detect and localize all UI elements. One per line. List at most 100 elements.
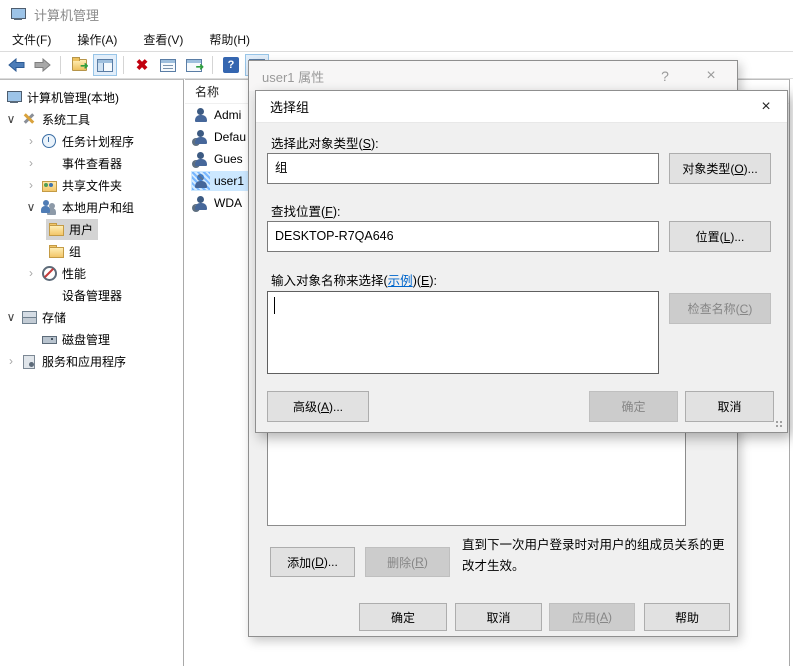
- console-window-icon[interactable]: [93, 54, 117, 76]
- chevron-right-icon[interactable]: ›: [23, 178, 39, 192]
- folder-up-icon[interactable]: ➜: [67, 54, 91, 76]
- forward-arrow-icon[interactable]: [30, 54, 54, 76]
- list-item-label: Defau: [214, 130, 246, 144]
- chevron-down-icon[interactable]: ∨: [3, 112, 19, 126]
- tree-item-4[interactable]: › 共享文件夹: [0, 174, 183, 196]
- text-caret: [274, 297, 275, 314]
- selection-overlay: [192, 172, 210, 190]
- select-groups-dialog: 选择组 × 选择此对象类型(S): 组 对象类型(O)... 查找位置(F): …: [255, 90, 788, 433]
- tree-item-3[interactable]: › 事件查看器: [0, 152, 183, 174]
- close-icon[interactable]: ×: [697, 61, 725, 91]
- tree-item-label: 系统工具: [42, 111, 90, 128]
- tree-item-label: 组: [69, 243, 81, 260]
- export-list-icon[interactable]: ➜: [182, 54, 206, 76]
- cancel-button[interactable]: 取消: [455, 603, 542, 631]
- performance-icon: [41, 265, 57, 281]
- dialog-help-button[interactable]: ?: [651, 61, 679, 91]
- tree-item-8[interactable]: ›性能: [0, 262, 183, 284]
- clock-icon: [41, 133, 57, 149]
- tree-item-label: 存储: [42, 309, 66, 326]
- membership-note: 直到下一次用户登录时对用户的组成员关系的更改才生效。: [462, 535, 730, 577]
- folder-icon: [48, 243, 64, 259]
- help-icon[interactable]: ?: [219, 54, 243, 76]
- cancel-button[interactable]: 取消: [685, 391, 774, 422]
- disk-icon: [41, 331, 57, 347]
- disabled-account-badge: ↓: [192, 204, 200, 212]
- event-viewer-icon: [41, 155, 57, 171]
- tree-item-10[interactable]: ∨ 存储: [0, 306, 183, 328]
- ok-button[interactable]: 确定: [359, 603, 447, 631]
- tree-item-label: 事件查看器: [62, 155, 122, 172]
- dialog-title-bar: 选择组: [256, 91, 787, 123]
- tree-item-2[interactable]: › 任务计划程序: [0, 130, 183, 152]
- user-selected-icon: [193, 173, 209, 189]
- object-type-label: 选择此对象类型(S):: [271, 133, 379, 152]
- storage-icon: [21, 309, 37, 325]
- remove-button: 删除(R): [365, 547, 450, 577]
- tree-item-9[interactable]: 设备管理器: [0, 284, 183, 306]
- tree-item-1[interactable]: ∨ 系统工具: [0, 108, 183, 130]
- tree-item-6[interactable]: 用户: [0, 218, 183, 240]
- tree-item-11[interactable]: 磁盘管理: [0, 328, 183, 350]
- tree-item-label: 计算机管理(本地): [27, 89, 119, 106]
- back-arrow-icon[interactable]: [4, 54, 28, 76]
- tree-item-label: 设备管理器: [62, 287, 122, 304]
- tree-item-12[interactable]: › 服务和应用程序: [0, 350, 183, 372]
- user-disabled-icon: ↓: [193, 129, 209, 145]
- advanced-button[interactable]: 高级(A)...: [267, 391, 369, 422]
- location-field[interactable]: DESKTOP-R7QA646: [267, 221, 659, 252]
- user-icon: [193, 107, 209, 123]
- dialog-title: 选择组: [270, 97, 309, 116]
- ok-button: 确定: [589, 391, 678, 422]
- menu-help[interactable]: 帮助(H): [199, 28, 260, 51]
- resize-grip-icon[interactable]: [776, 421, 784, 429]
- tree-item-label: 共享文件夹: [62, 177, 122, 194]
- chevron-right-icon[interactable]: ›: [3, 354, 19, 368]
- tree-item-label: 磁盘管理: [62, 331, 110, 348]
- add-button[interactable]: 添加(D)...: [270, 547, 355, 577]
- user-disabled-icon: ↓: [193, 195, 209, 211]
- tree-item-label: 服务和应用程序: [42, 353, 126, 370]
- computer-management-window: 计算机管理 文件(F) 操作(A) 查看(V) 帮助(H) ➜ ✖ ➜ ? 计: [0, 0, 793, 666]
- locations-button[interactable]: 位置(L)...: [669, 221, 771, 252]
- tree-item-7[interactable]: 组: [0, 240, 183, 262]
- close-icon[interactable]: ×: [751, 91, 781, 123]
- dialog-title: user1 属性: [262, 67, 324, 86]
- shared-folder-icon: [41, 177, 57, 193]
- window-title: 计算机管理: [34, 5, 99, 24]
- menu-action[interactable]: 操作(A): [67, 28, 127, 51]
- object-names-input[interactable]: [267, 291, 659, 374]
- list-item-label: Admi: [214, 108, 241, 122]
- delete-icon[interactable]: ✖: [130, 54, 154, 76]
- object-names-label: 输入对象名称来选择(示例)(E):: [271, 270, 437, 289]
- chevron-right-icon[interactable]: ›: [23, 134, 39, 148]
- menu-file[interactable]: 文件(F): [2, 28, 61, 51]
- chevron-down-icon[interactable]: ∨: [23, 200, 39, 214]
- chevron-right-icon[interactable]: ›: [23, 156, 39, 170]
- user-disabled-icon: ↓: [193, 151, 209, 167]
- tree-item-label: 用户: [69, 221, 93, 238]
- object-names-label-prefix: 输入对象名称来选择(: [271, 274, 388, 288]
- object-types-button[interactable]: 对象类型(O)...: [669, 153, 771, 184]
- properties-icon[interactable]: [156, 54, 180, 76]
- list-item-label: user1: [214, 174, 244, 188]
- tree-item-0[interactable]: 计算机管理(本地): [0, 86, 183, 108]
- help-button[interactable]: 帮助: [644, 603, 730, 631]
- chevron-down-icon[interactable]: ∨: [3, 310, 19, 324]
- object-names-label-suffix: )(E):: [413, 274, 437, 288]
- menu-view[interactable]: 查看(V): [133, 28, 193, 51]
- tree-item-5[interactable]: ∨本地用户和组: [0, 196, 183, 218]
- app-icon: [10, 6, 26, 22]
- location-label: 查找位置(F):: [271, 201, 340, 220]
- examples-link[interactable]: 示例: [388, 274, 413, 288]
- list-item-label: WDA: [214, 196, 242, 210]
- tree-item-label: 任务计划程序: [62, 133, 134, 150]
- list-item-label: Gues: [214, 152, 243, 166]
- object-type-field[interactable]: 组: [267, 153, 659, 184]
- disabled-account-badge: ↓: [192, 160, 200, 168]
- computer-icon: [6, 89, 22, 105]
- check-names-button: 检查名称(C): [669, 293, 771, 324]
- toolbar-separator: [123, 56, 124, 74]
- users-icon: [41, 199, 57, 215]
- chevron-right-icon[interactable]: ›: [23, 266, 39, 280]
